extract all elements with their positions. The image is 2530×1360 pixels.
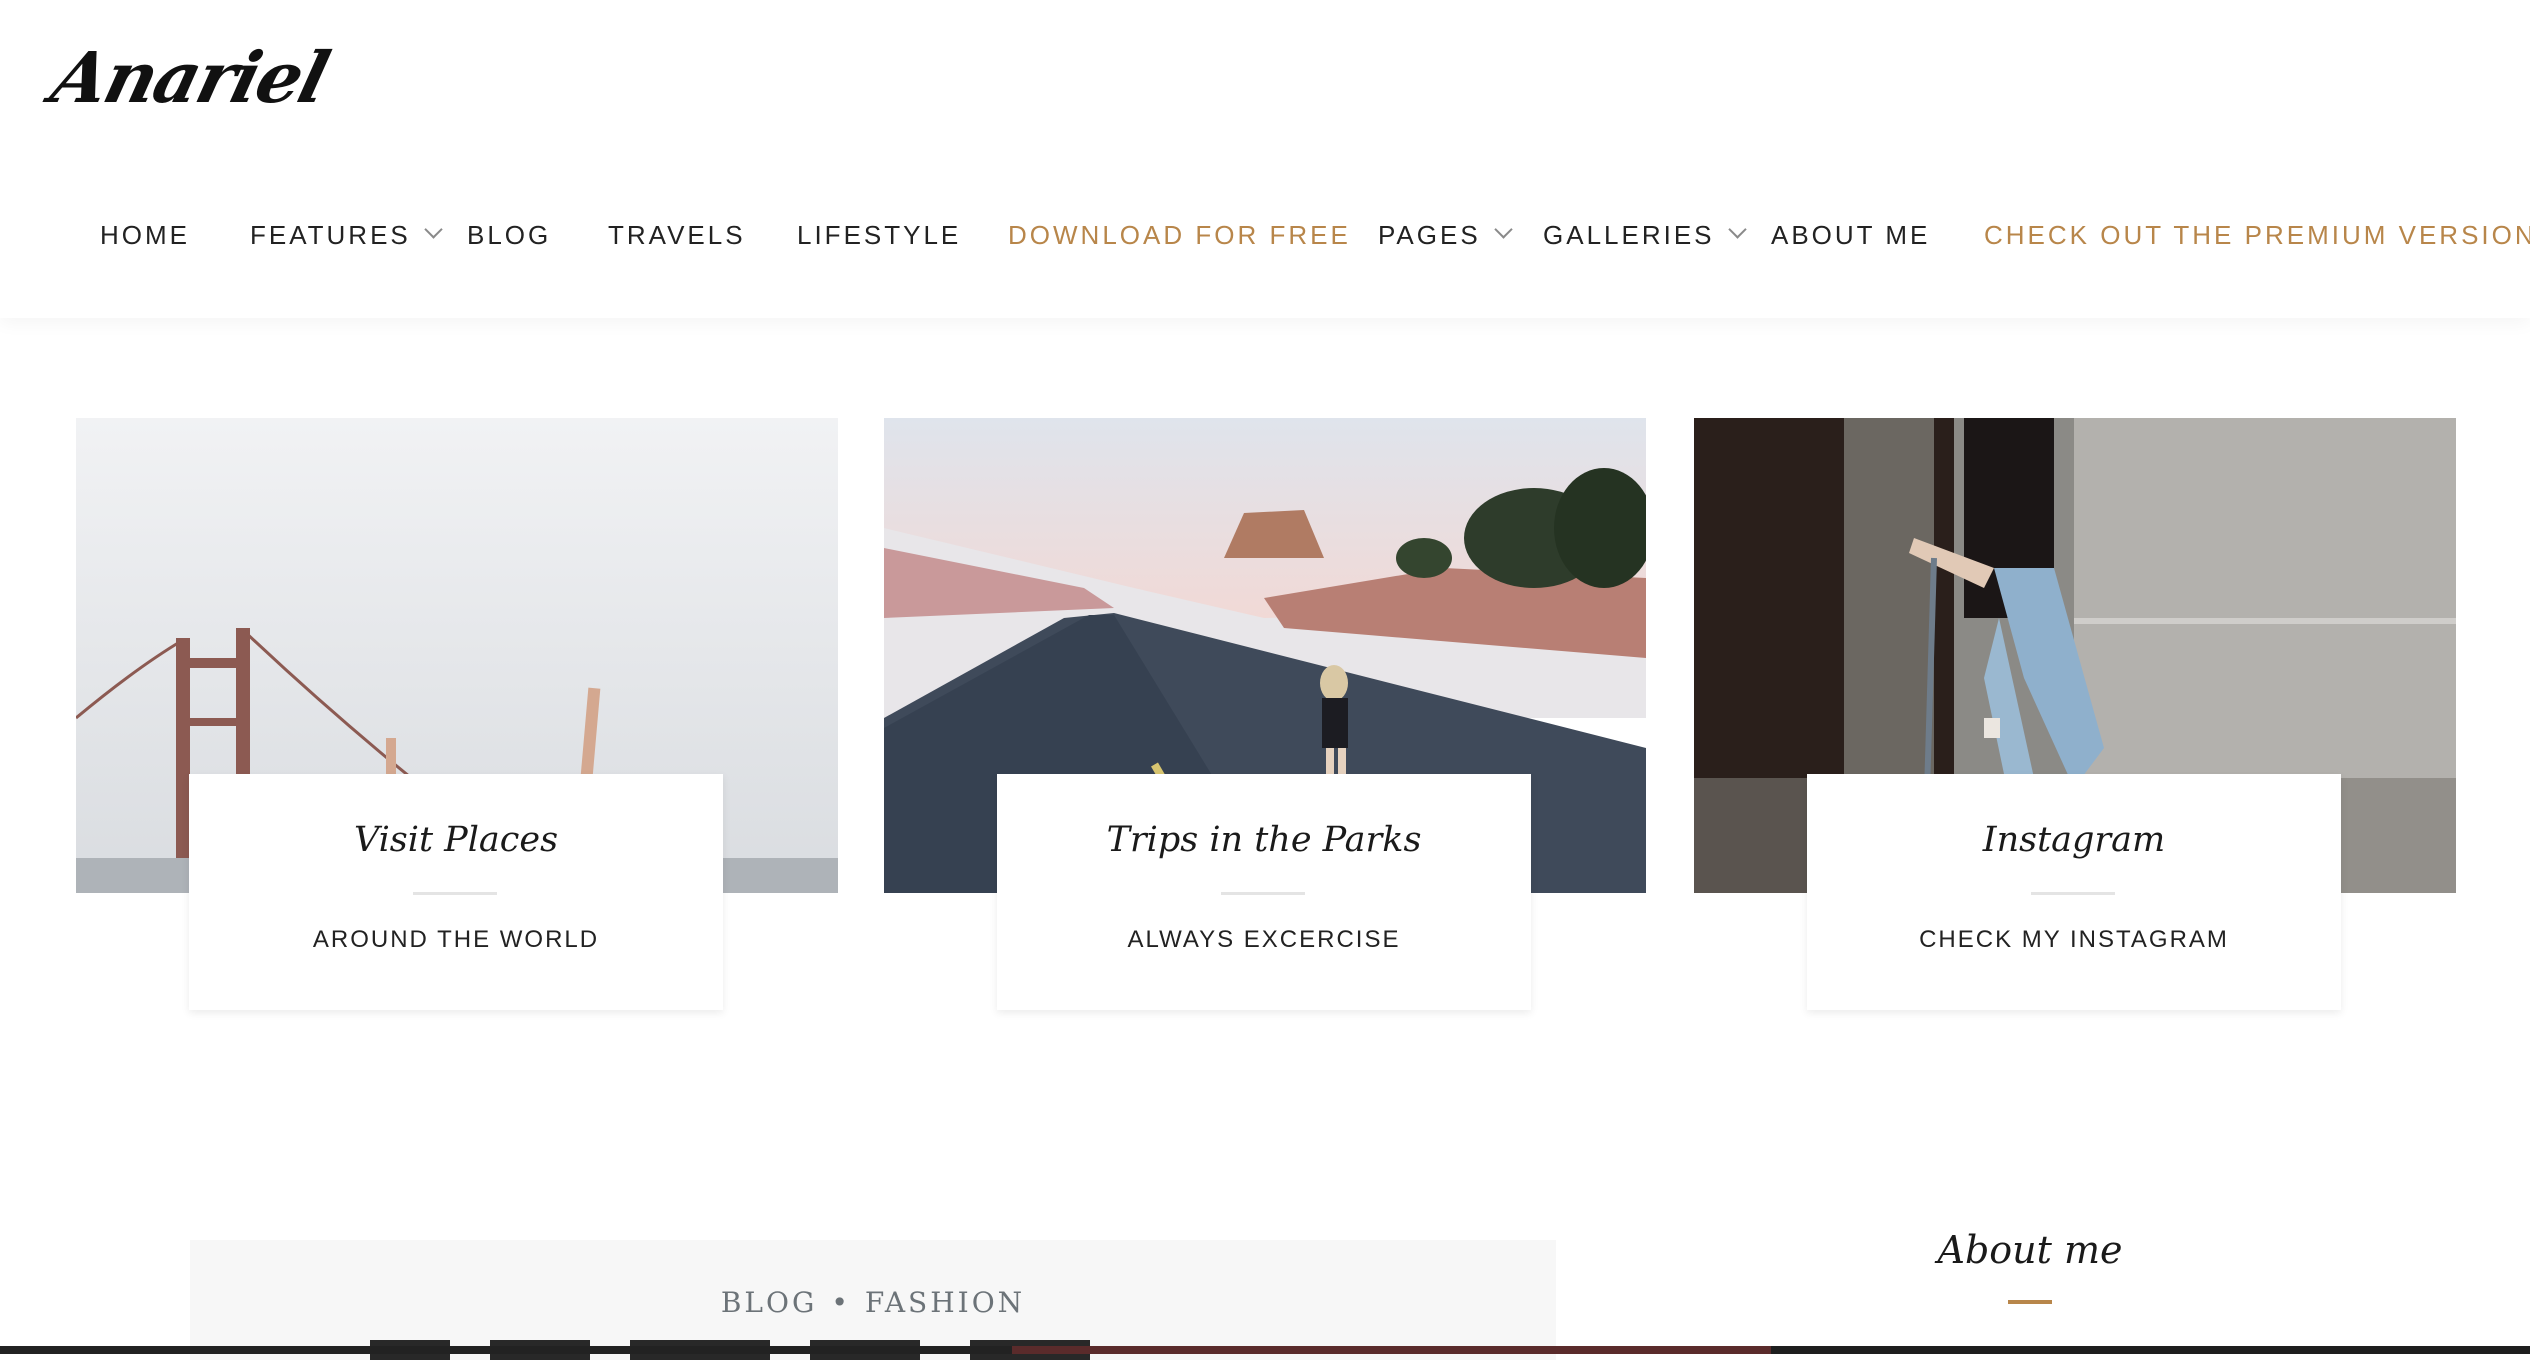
card-caption: Trips in the Parks ALWAYS EXCERCISE [997,774,1531,1010]
card-subtitle: AROUND THE WORLD [312,926,600,953]
chevron-down-icon [1727,219,1747,239]
nav-item-premium[interactable]: CHECK OUT THE PREMIUM VERSION [1984,210,2530,260]
logo-text: Anariel [43,36,336,119]
about-divider [2008,1300,2052,1304]
category-separator: • [831,1286,851,1319]
card-subtitle: ALWAYS EXCERCISE [1127,926,1401,953]
category-link-fashion[interactable]: FASHION [865,1286,1025,1319]
card-caption: Instagram CHECK MY INSTAGRAM [1807,774,2341,1010]
about-title: About me [1937,1228,2123,1272]
main-nav: HOME FEATURES BLOG TRAVELS LIFESTYLE DOW… [0,210,2530,260]
chevron-down-icon [1493,219,1513,239]
site-logo[interactable]: Anariel [44,36,336,119]
nav-item-lifestyle[interactable]: LIFESTYLE [797,210,961,260]
category-link-blog[interactable]: BLOG [721,1286,818,1319]
card-subtitle: CHECK MY INSTAGRAM [1919,926,2229,953]
feature-card-visit-places[interactable]: Visit Places AROUND THE WORLD [76,418,838,1010]
post-image-peek [0,1346,2530,1354]
sidebar-about-widget: About me [1900,1228,2160,1304]
card-divider [1221,892,1305,895]
nav-item-pages[interactable]: PAGES [1378,210,1513,260]
nav-item-travels[interactable]: TRAVELS [608,210,746,260]
nav-item-blog[interactable]: BLOG [467,210,551,260]
site-header: Anariel HOME FEATURES BLOG TRAVELS LIFES… [0,0,2530,318]
nav-item-home[interactable]: HOME [100,210,190,260]
post-categories: BLOG • FASHION [190,1286,1556,1319]
card-title: Visit Places [353,820,559,860]
feature-card-trips[interactable]: Trips in the Parks ALWAYS EXCERCISE [884,418,1646,1010]
nav-item-about-me[interactable]: ABOUT ME [1771,210,1930,260]
feature-card-instagram[interactable]: Instagram CHECK MY INSTAGRAM [1694,418,2456,1010]
card-divider [413,892,497,895]
card-divider [2031,892,2115,895]
nav-item-download[interactable]: DOWNLOAD FOR FREE [1008,210,1351,260]
nav-item-features[interactable]: FEATURES [250,210,443,260]
card-title: Instagram [1982,820,2166,860]
chevron-down-icon [424,219,443,239]
featured-post: BLOG • FASHION [190,1240,1556,1360]
nav-item-galleries[interactable]: GALLERIES [1543,210,1747,260]
card-caption: Visit Places AROUND THE WORLD [189,774,723,1010]
card-title: Trips in the Parks [1106,820,1422,860]
